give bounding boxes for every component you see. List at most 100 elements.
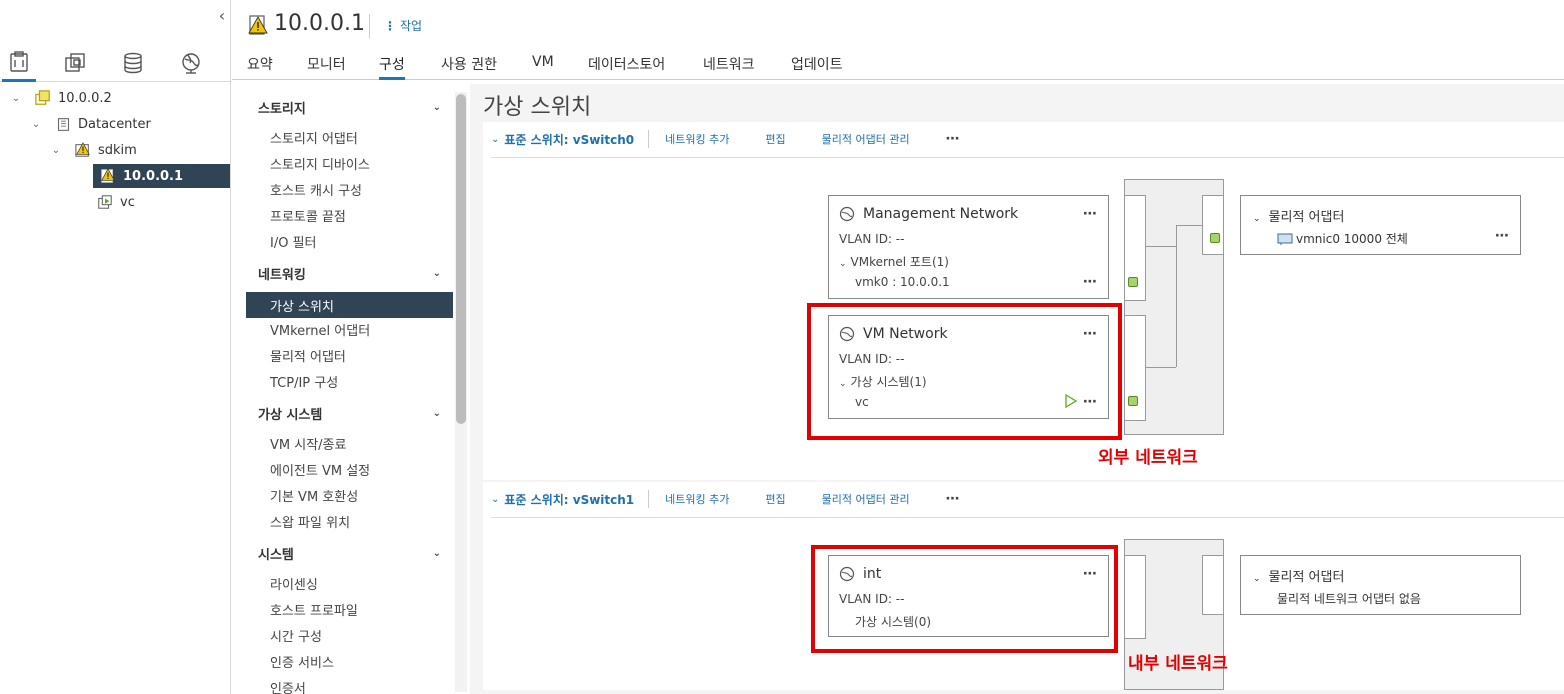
menu-item-time-config[interactable]: 시간 구성 <box>246 622 453 648</box>
port-group-name: Management Network <box>839 206 1018 222</box>
vswitch0-header: ⌄ 표준 스위치: vSwitch0 네트워킹 추가 편집 물리적 어댑터 관리… <box>491 122 961 156</box>
menu-item-vmkernel-adapters[interactable]: VMkernel 어댑터 <box>246 316 453 342</box>
more-actions-button[interactable]: ⋯ <box>1495 228 1510 244</box>
tree-item-label: 10.0.0.2 <box>58 90 112 106</box>
more-actions-button[interactable]: ⋯ <box>946 131 961 147</box>
vmkernel-ports-toggle[interactable]: ⌄ VMkernel 포트(1) <box>839 253 949 270</box>
menu-item-certificate[interactable]: 인증서 <box>246 674 453 694</box>
add-networking-button[interactable]: 네트워킹 추가 <box>665 491 729 507</box>
tree-item-cluster[interactable]: ⌄ sdkim <box>0 138 231 162</box>
tree-item-vm[interactable]: vc <box>0 190 231 214</box>
menu-item-licensing[interactable]: 라이센싱 <box>246 570 453 596</box>
physical-adapter-label: vmnic0 10000 전체 <box>1296 232 1408 246</box>
physical-adapters-title: ⌄ 물리적 어댑터 <box>1253 206 1344 225</box>
actions-label: 작업 <box>400 19 423 33</box>
tab-vms[interactable]: VM <box>532 54 554 80</box>
tab-updates[interactable]: 업데이트 <box>791 54 843 80</box>
menu-group-virtual-machines[interactable]: 가상 시스템 ⌄ <box>246 400 453 426</box>
tree-item-vcenter[interactable]: ⌄ 10.0.0.2 <box>0 86 231 110</box>
menu-item-vm-startup[interactable]: VM 시작/종료 <box>246 430 453 456</box>
tree-item-datacenter[interactable]: ⌄ Datacenter <box>0 112 231 136</box>
menu-item-virtual-switches[interactable]: 가상 스위치 <box>246 292 453 318</box>
physical-adapters-box[interactable]: ⌄ 물리적 어댑터 vmnic0 10000 전체 ⋯ <box>1240 195 1521 255</box>
object-header: 10.0.0.1 ⋮ 작업 요약 모니터 구성 사용 권한 VM 데이터스토어 네… <box>232 0 1564 80</box>
connection-line <box>1176 225 1202 226</box>
actions-button[interactable]: ⋮ 작업 <box>384 17 422 34</box>
tab-permissions[interactable]: 사용 권한 <box>441 54 497 80</box>
tab-datastores[interactable]: 데이터스토어 <box>588 54 665 80</box>
edit-button[interactable]: 편집 <box>765 131 785 147</box>
vswitch1-header: ⌄ 표준 스위치: vSwitch1 네트워킹 추가 편집 물리적 어댑터 관리… <box>491 482 961 516</box>
divider <box>648 490 650 508</box>
add-networking-button[interactable]: 네트워킹 추가 <box>665 131 729 147</box>
hosts-and-clusters-icon[interactable] <box>2 44 36 82</box>
menu-item-host-profile[interactable]: 호스트 프로파일 <box>246 596 453 622</box>
inventory-panel: ‹ ⌄ 10.0.0.2 ⌄ Datacenter ⌄ sdkim 10.0.0… <box>0 0 231 694</box>
vmkernel-port-item[interactable]: vmk0 : 10.0.0.1 <box>855 275 950 289</box>
chevron-down-icon[interactable]: ⌄ <box>491 134 499 145</box>
collapse-panel-icon[interactable]: ‹ <box>215 6 229 26</box>
divider <box>491 157 1564 158</box>
tree-item-label: 10.0.0.1 <box>123 168 184 184</box>
port-group-management-network[interactable]: Management Network ⋯ VLAN ID: -- ⌄ VMkern… <box>828 195 1109 299</box>
tab-summary[interactable]: 요약 <box>247 54 273 80</box>
port-group-label: Management Network <box>863 206 1019 222</box>
vswitch-title[interactable]: 표준 스위치: vSwitch1 <box>504 491 634 508</box>
menu-scrollbar[interactable] <box>455 92 467 692</box>
external-network-highlight <box>807 303 1122 440</box>
chevron-down-icon[interactable]: ⌄ <box>10 93 22 104</box>
more-actions-button[interactable]: ⋯ <box>946 491 961 507</box>
vmkernel-ports-label: VMkernel 포트(1) <box>850 255 949 269</box>
menu-item-host-cache[interactable]: 호스트 캐시 구성 <box>246 176 453 202</box>
menu-group-label: 스토리지 <box>258 101 306 117</box>
chevron-down-icon[interactable]: ⌄ <box>1253 214 1261 224</box>
tab-networks[interactable]: 네트워크 <box>703 54 755 80</box>
nic-icon <box>1277 233 1293 245</box>
menu-item-default-vm-compat[interactable]: 기본 VM 호환성 <box>246 482 453 508</box>
menu-item-protocol-endpoints[interactable]: 프로토콜 끝점 <box>246 202 453 228</box>
external-network-annotation: 외부 네트워크 <box>1098 448 1198 468</box>
vswitch-title[interactable]: 표준 스위치: vSwitch0 <box>504 131 634 148</box>
menu-group-system[interactable]: 시스템 ⌄ <box>246 540 453 566</box>
more-vertical-icon: ⋮ <box>384 19 396 33</box>
menu-group-networking[interactable]: 네트워킹 ⌄ <box>246 260 453 286</box>
manage-physical-adapters-button[interactable]: 물리적 어댑터 관리 <box>822 491 910 507</box>
no-physical-adapters-text: 물리적 네트워크 어댑터 없음 <box>1277 592 1421 606</box>
tree-item-host-selected[interactable]: 10.0.0.1 <box>93 164 230 188</box>
physical-adapters-box[interactable]: ⌄ 물리적 어댑터 물리적 네트워크 어댑터 없음 <box>1240 555 1521 615</box>
menu-item-tcpip-config[interactable]: TCP/IP 구성 <box>246 368 453 394</box>
menu-group-storage[interactable]: 스토리지 ⌄ <box>246 94 453 120</box>
storage-icon[interactable] <box>116 44 150 82</box>
menu-item-storage-adapters[interactable]: 스토리지 어댑터 <box>246 124 453 150</box>
menu-item-agent-vm[interactable]: 에이전트 VM 설정 <box>246 456 453 482</box>
chevron-down-icon: ⌄ <box>432 101 441 113</box>
vlan-id-text: VLAN ID: -- <box>839 232 905 246</box>
inventory-nav-tabs <box>0 44 231 82</box>
settings-menu: 스토리지 ⌄ 스토리지 어댑터 스토리지 디바이스 호스트 캐시 구성 프로토콜 … <box>246 90 453 694</box>
more-actions-button[interactable]: ⋯ <box>1083 274 1098 290</box>
edit-button[interactable]: 편집 <box>765 491 785 507</box>
menu-item-physical-adapters[interactable]: 물리적 어댑터 <box>246 342 453 368</box>
networking-icon[interactable] <box>174 44 208 82</box>
tab-monitor[interactable]: 모니터 <box>307 54 346 80</box>
chevron-down-icon[interactable]: ⌄ <box>491 494 499 505</box>
scrollbar-thumb[interactable] <box>456 94 466 424</box>
menu-item-auth-services[interactable]: 인증 서비스 <box>246 648 453 674</box>
more-actions-button[interactable]: ⋯ <box>1083 206 1098 222</box>
vcenter-icon <box>34 89 52 107</box>
chevron-down-icon[interactable]: ⌄ <box>30 119 42 130</box>
vm-running-icon <box>96 193 114 211</box>
menu-item-swap-file[interactable]: 스왑 파일 위치 <box>246 508 453 534</box>
vms-and-templates-icon[interactable] <box>58 44 92 82</box>
datacenter-icon <box>54 115 72 133</box>
menu-item-storage-devices[interactable]: 스토리지 디바이스 <box>246 150 453 176</box>
manage-physical-adapters-button[interactable]: 물리적 어댑터 관리 <box>822 131 910 147</box>
chevron-down-icon[interactable]: ⌄ <box>50 145 62 156</box>
port-indicator-icon <box>1128 277 1138 287</box>
chevron-down-icon[interactable]: ⌄ <box>1253 574 1261 584</box>
menu-item-io-filters[interactable]: I/O 필터 <box>246 228 453 254</box>
physical-adapter-item[interactable]: vmnic0 10000 전체 <box>1277 230 1408 247</box>
menu-group-label: 네트워킹 <box>258 267 306 283</box>
uplink-indicator-icon <box>1210 233 1220 243</box>
tab-configure[interactable]: 구성 <box>379 54 405 80</box>
